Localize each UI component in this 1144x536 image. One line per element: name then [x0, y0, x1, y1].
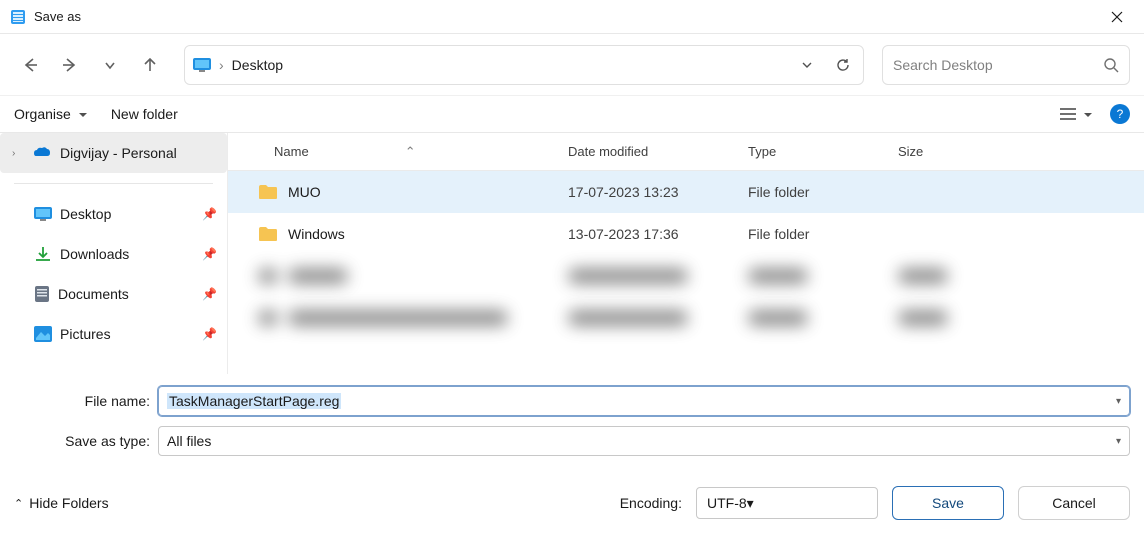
- new-folder-label: New folder: [111, 106, 178, 122]
- savetype-value: All files: [167, 433, 211, 449]
- recent-button[interactable]: [94, 49, 126, 81]
- chevron-right-icon: ›: [12, 148, 24, 159]
- nav-row: › Desktop: [0, 34, 1144, 96]
- view-button[interactable]: [1060, 106, 1092, 122]
- sidebar-item-downloads[interactable]: Downloads 📌: [0, 234, 227, 274]
- file-date: 17-07-2023 13:23: [568, 184, 748, 200]
- chevron-down-icon[interactable]: ▾: [747, 495, 754, 512]
- folder-icon: [258, 226, 278, 242]
- window-title: Save as: [34, 9, 1094, 24]
- savetype-select[interactable]: All files ▾: [158, 426, 1130, 456]
- column-size[interactable]: Size: [898, 144, 998, 159]
- up-button[interactable]: [134, 49, 166, 81]
- onedrive-icon: [32, 146, 52, 160]
- body: › Digvijay - Personal Desktop 📌 Download…: [0, 132, 1144, 374]
- sidebar-item-label: Pictures: [60, 326, 194, 342]
- chevron-down-icon: [75, 106, 87, 122]
- encoding-value: UTF-8: [707, 495, 747, 511]
- organise-button[interactable]: Organise: [14, 106, 87, 122]
- sidebar-item-label: Desktop: [60, 206, 194, 222]
- pin-icon: 📌: [202, 207, 217, 221]
- titlebar: Save as: [0, 0, 1144, 34]
- organise-label: Organise: [14, 106, 71, 122]
- column-date[interactable]: Date modified: [568, 144, 748, 159]
- chevron-down-icon[interactable]: ▾: [1116, 396, 1121, 407]
- close-button[interactable]: [1094, 1, 1140, 33]
- search-box[interactable]: [882, 45, 1130, 85]
- filename-value: TaskManagerStartPage.reg: [167, 393, 341, 409]
- document-icon: [34, 285, 50, 303]
- list-icon: [1060, 107, 1076, 121]
- pin-icon: 📌: [202, 247, 217, 261]
- sort-up-icon: ⌃: [405, 144, 416, 160]
- file-date: 13-07-2023 17:36: [568, 226, 748, 242]
- back-button[interactable]: [14, 49, 46, 81]
- refresh-button[interactable]: [829, 51, 857, 79]
- filename-input[interactable]: TaskManagerStartPage.reg ▾: [158, 386, 1130, 416]
- history-dropdown[interactable]: [793, 51, 821, 79]
- picture-icon: [34, 326, 52, 342]
- toolbar: Organise New folder ?: [0, 96, 1144, 132]
- blurred-row: [228, 297, 1144, 339]
- sidebar-item-desktop[interactable]: Desktop 📌: [0, 194, 227, 234]
- hide-folders-label: Hide Folders: [29, 495, 108, 511]
- encoding-label: Encoding:: [620, 495, 682, 511]
- file-row[interactable]: Windows 13-07-2023 17:36 File folder: [228, 213, 1144, 255]
- sidebar-item-label: Downloads: [60, 246, 194, 262]
- help-button[interactable]: ?: [1110, 104, 1130, 124]
- sidebar-item-label: Documents: [58, 286, 194, 302]
- form: File name: TaskManagerStartPage.reg ▾ Sa…: [0, 374, 1144, 456]
- search-input[interactable]: [893, 57, 1103, 73]
- sidebar-item-account[interactable]: › Digvijay - Personal: [0, 133, 227, 173]
- breadcrumb-separator: ›: [219, 57, 224, 73]
- footer: ⌃ Hide Folders Encoding: UTF-8 ▾ Save Ca…: [0, 466, 1144, 520]
- file-type: File folder: [748, 184, 898, 200]
- search-icon: [1103, 57, 1119, 73]
- chevron-down-icon: [1080, 106, 1092, 122]
- column-label: Name: [274, 144, 309, 159]
- pin-icon: 📌: [202, 287, 217, 301]
- pin-icon: 📌: [202, 327, 217, 341]
- file-row[interactable]: MUO 17-07-2023 13:23 File folder: [228, 171, 1144, 213]
- chevron-down-icon[interactable]: ▾: [1116, 436, 1121, 447]
- encoding-select[interactable]: UTF-8 ▾: [696, 487, 878, 519]
- new-folder-button[interactable]: New folder: [111, 106, 178, 122]
- sidebar-separator: [14, 183, 213, 184]
- sidebar-item-label: Digvijay - Personal: [60, 145, 217, 161]
- filename-label: File name:: [14, 393, 158, 409]
- download-icon: [34, 246, 52, 262]
- cancel-button[interactable]: Cancel: [1018, 486, 1130, 520]
- file-name: Windows: [288, 226, 345, 242]
- file-pane: Name ⌃ Date modified Type Size MUO 17-07…: [228, 133, 1144, 374]
- sidebar: › Digvijay - Personal Desktop 📌 Download…: [0, 133, 228, 374]
- monitor-icon: [34, 206, 52, 222]
- file-name: MUO: [288, 184, 321, 200]
- column-headers: Name ⌃ Date modified Type Size: [228, 133, 1144, 171]
- blurred-row: [228, 255, 1144, 297]
- column-type[interactable]: Type: [748, 144, 898, 159]
- save-label: Save: [932, 495, 964, 511]
- folder-icon: [258, 184, 278, 200]
- cancel-label: Cancel: [1052, 495, 1096, 511]
- save-button[interactable]: Save: [892, 486, 1004, 520]
- breadcrumb-location[interactable]: Desktop: [232, 57, 283, 73]
- forward-button[interactable]: [54, 49, 86, 81]
- app-icon: [10, 9, 26, 25]
- sidebar-item-pictures[interactable]: Pictures 📌: [0, 314, 227, 354]
- monitor-icon: [193, 57, 211, 73]
- address-bar[interactable]: › Desktop: [184, 45, 864, 85]
- hide-folders-button[interactable]: ⌃ Hide Folders: [14, 495, 109, 511]
- chevron-up-icon: ⌃: [14, 497, 23, 510]
- savetype-label: Save as type:: [14, 433, 158, 449]
- file-type: File folder: [748, 226, 898, 242]
- column-name[interactable]: Name ⌃: [228, 144, 568, 160]
- sidebar-item-documents[interactable]: Documents 📌: [0, 274, 227, 314]
